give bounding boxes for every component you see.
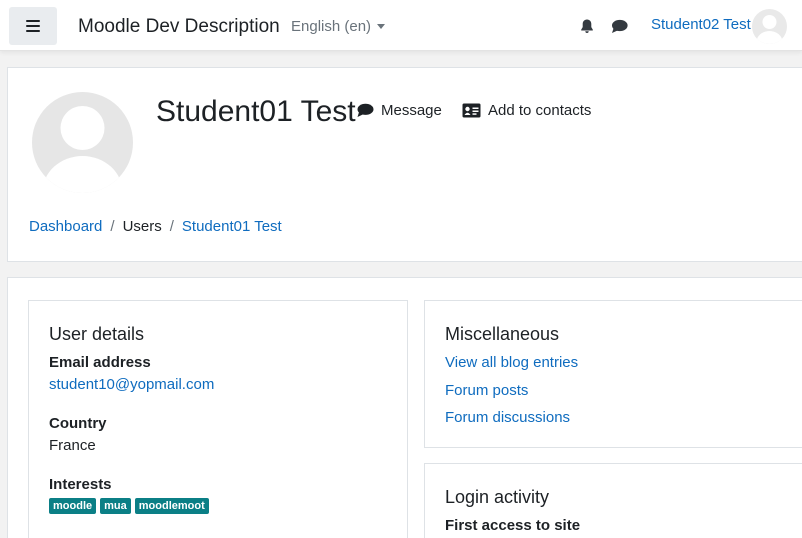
email-label: Email address: [49, 354, 151, 371]
default-avatar-icon: [756, 15, 783, 44]
site-name[interactable]: Moodle Dev Description: [78, 16, 280, 38]
blog-entries-link[interactable]: View all blog entries: [445, 354, 578, 371]
miscellaneous-title: Miscellaneous: [445, 324, 560, 344]
caret-down-icon: [377, 23, 386, 29]
interests-label: Interests: [49, 476, 112, 493]
page-header: Student01 Test Message Add to contacts D…: [7, 67, 802, 262]
email-link[interactable]: student10@yopmail.com: [49, 376, 214, 393]
message-button[interactable]: Message: [356, 102, 442, 119]
user-avatar[interactable]: [752, 9, 787, 44]
top-navbar: Moodle Dev Description English (en) Stud…: [0, 0, 802, 51]
interest-tag[interactable]: mua: [100, 498, 131, 514]
breadcrumb: Dashboard / Users / Student01 Test: [29, 218, 282, 235]
login-activity-title: Login activity: [445, 487, 550, 507]
language-label: English (en): [291, 18, 372, 35]
interest-tag[interactable]: moodlemoot: [134, 498, 209, 514]
forum-posts-link[interactable]: Forum posts: [445, 382, 528, 399]
nav-drawer-toggle-button[interactable]: [9, 7, 57, 45]
user-details-title: User details: [49, 324, 145, 344]
miscellaneous-section: Miscellaneous View all blog entries Foru…: [424, 300, 802, 448]
interests-tags: moodle mua moodlemoot: [49, 498, 209, 514]
country-label: Country: [49, 415, 107, 432]
add-to-contacts-button[interactable]: Add to contacts: [462, 102, 591, 119]
bell-icon[interactable]: [579, 18, 595, 34]
page-title: Student01 Test: [156, 95, 356, 128]
interest-tag[interactable]: moodle: [49, 498, 97, 514]
user-details-section: User details Email address student10@yop…: [28, 300, 408, 538]
breadcrumb-separator: /: [110, 218, 115, 235]
breadcrumb-dashboard[interactable]: Dashboard: [29, 218, 102, 235]
country-value: France: [49, 437, 96, 454]
add-to-contacts-label: Add to contacts: [488, 102, 592, 119]
breadcrumb-current-user[interactable]: Student01 Test: [182, 218, 282, 235]
login-activity-section: Login activity First access to site: [424, 463, 802, 538]
language-menu[interactable]: English (en): [291, 18, 386, 35]
first-access-label: First access to site: [445, 517, 581, 534]
chat-icon[interactable]: [611, 19, 628, 34]
hamburger-icon: [26, 20, 40, 32]
profile-content: User details Email address student10@yop…: [7, 277, 802, 538]
profile-picture: [32, 92, 133, 193]
default-avatar-icon: [42, 106, 123, 193]
breadcrumb-separator: /: [169, 218, 174, 235]
address-card-icon: [462, 103, 481, 118]
chat-icon: [357, 103, 374, 117]
user-menu-name[interactable]: Student02 Test: [651, 16, 751, 33]
breadcrumb-users: Users: [122, 218, 162, 235]
forum-discussions-link[interactable]: Forum discussions: [445, 409, 570, 426]
message-label: Message: [381, 102, 442, 119]
